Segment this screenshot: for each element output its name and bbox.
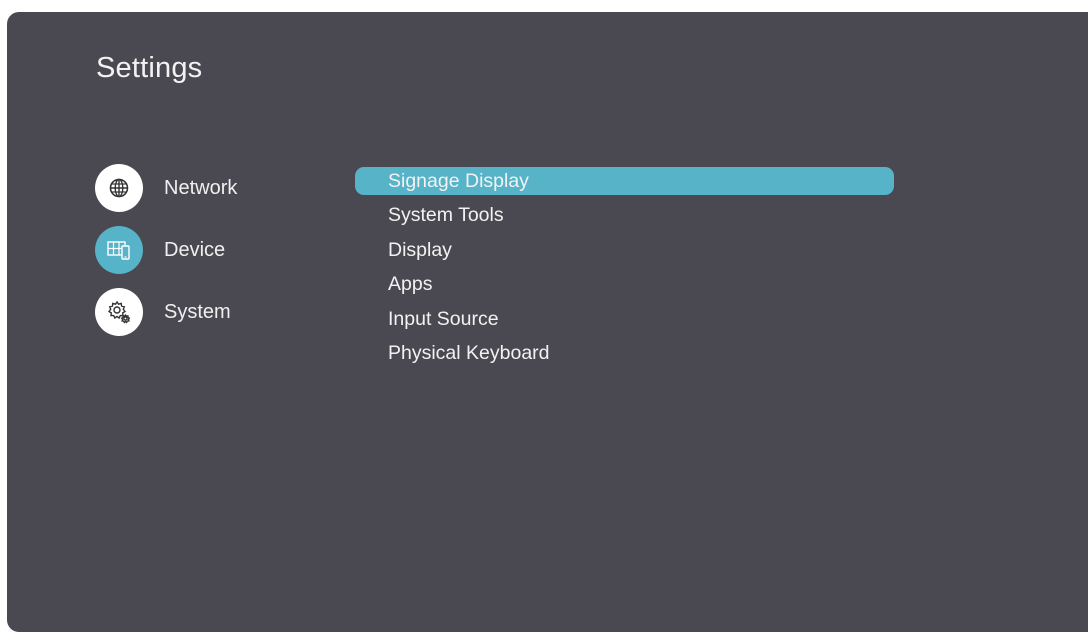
submenu-item-input-source[interactable]: Input Source [355, 305, 894, 333]
submenu-label: System Tools [388, 204, 504, 226]
settings-panel: Settings Network Device System Signage D… [7, 12, 1088, 632]
category-label: Network [164, 176, 238, 199]
submenu-label: Apps [388, 273, 433, 295]
submenu-item-apps[interactable]: Apps [355, 271, 894, 299]
category-label: System [164, 300, 231, 323]
submenu-label: Display [388, 238, 452, 261]
submenu-item-physical-keyboard[interactable]: Physical Keyboard [355, 340, 894, 368]
gear-icon [95, 288, 143, 336]
category-item-network[interactable]: Network [95, 164, 335, 212]
category-label: Device [164, 238, 226, 261]
category-item-device[interactable]: Device [95, 226, 335, 274]
submenu-item-signage-display[interactable]: Signage Display [355, 167, 894, 195]
submenu-label: Physical Keyboard [388, 342, 550, 364]
device-icon [95, 226, 143, 274]
page-title: Settings [96, 52, 203, 84]
submenu-label: Signage Display [388, 169, 529, 192]
submenu-item-system-tools[interactable]: System Tools [355, 202, 894, 230]
category-item-system[interactable]: System [95, 288, 335, 336]
submenu-label: Input Source [388, 307, 499, 330]
globe-icon [95, 164, 143, 212]
submenu-item-display[interactable]: Display [355, 236, 894, 264]
